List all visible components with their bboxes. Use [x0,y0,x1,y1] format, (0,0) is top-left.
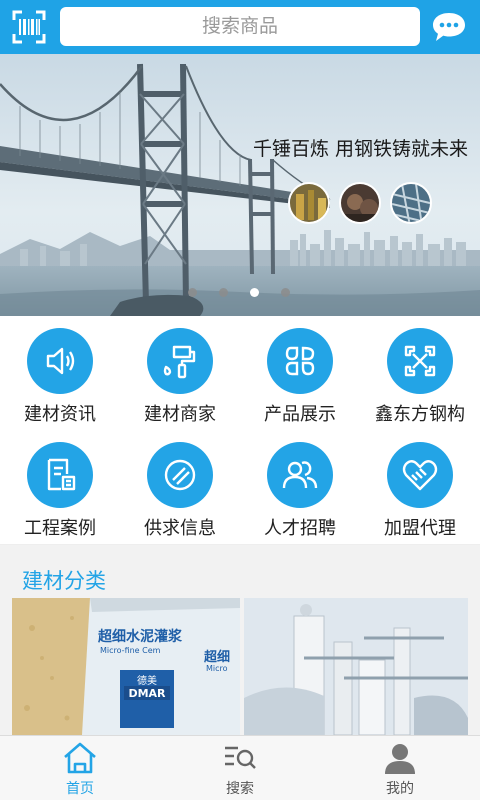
search-input[interactable]: 搜索商品 [60,7,420,46]
grid-item-label: 工程案例 [24,518,96,539]
speaker-icon [27,328,93,394]
product-text: 超细水泥灌浆 [98,629,182,645]
brand-en: DMAR [128,687,166,700]
grid-item-label: 加盟代理 [384,518,456,539]
carousel-dot[interactable] [219,288,228,297]
tab-search[interactable]: 搜索 [160,736,320,800]
search-list-icon [225,746,256,769]
tab-home[interactable]: 首页 [0,736,160,800]
tab-profile[interactable]: 我的 [320,736,480,800]
user-icon [385,744,415,774]
document-icon [27,442,93,508]
bottom-tab-bar: 首页 搜索 我的 [0,735,480,800]
thumbnail-factory[interactable] [288,182,330,224]
paint-brush-icon [147,328,213,394]
grid-item-news[interactable]: 建材资讯 [0,316,120,430]
tab-label: 首页 [66,781,94,797]
section-title: 建材分类 [22,569,106,593]
grid-item-label: 供求信息 [144,518,216,539]
carousel-dot[interactable] [188,288,197,297]
thumbnail-pipes[interactable] [339,182,381,224]
handshake-heart-icon [387,442,453,508]
grid-item-label: 建材商家 [144,404,216,425]
grid-item-steel[interactable]: 鑫东方钢构 [360,316,480,430]
grid-item-supply[interactable]: 供求信息 [120,430,240,544]
grid-item-label: 鑫东方钢构 [375,404,465,425]
circle-slash-icon [147,442,213,508]
grid-item-products[interactable]: 产品展示 [240,316,360,430]
banner-carousel[interactable]: 千锤百炼 用钢铁铸就未来 [0,54,480,316]
grid-item-jobs[interactable]: 人才招聘 [240,430,360,544]
feature-grid: 建材资讯 建材商家 产品展示 鑫东方钢构 工程案例 供求信息 人才招聘 加盟代理 [0,316,480,544]
category-section: 建材分类 超细水泥灌浆 Micro-fine Cem 超细 Micro 德美 D… [0,545,480,735]
banner-slogan: 千锤百炼 用钢铁铸就未来 [252,138,468,160]
grid-item-label: 人才招聘 [264,518,336,539]
chat-bubble-icon[interactable] [430,10,468,44]
grid-item-merchants[interactable]: 建材商家 [120,316,240,430]
brand-cn: 德美 [137,676,157,687]
grid-four-icon [267,328,333,394]
carousel-dot[interactable] [281,288,290,297]
thumbnail-steel[interactable] [390,182,432,224]
scan-icon[interactable] [10,8,48,46]
grid-item-label: 产品展示 [264,404,336,425]
category-card-cement[interactable]: 超细水泥灌浆 Micro-fine Cem 超细 Micro 德美 DMAR [12,598,240,735]
category-card-industrial[interactable] [244,598,468,735]
carousel-dot-active[interactable] [250,288,259,297]
product-text-2: 超细 [204,650,231,665]
product-text-en: Micro-fine Cem [100,646,161,655]
tab-label: 搜索 [226,781,254,797]
app-header: 搜索商品 [0,0,480,54]
grid-item-cases[interactable]: 工程案例 [0,430,120,544]
tab-label: 我的 [386,781,414,797]
product-text-2-en: Micro [206,664,228,673]
people-icon [267,442,333,508]
network-icon [387,328,453,394]
grid-item-franchise[interactable]: 加盟代理 [360,430,480,544]
home-icon [64,742,96,774]
grid-item-label: 建材资讯 [24,404,96,425]
